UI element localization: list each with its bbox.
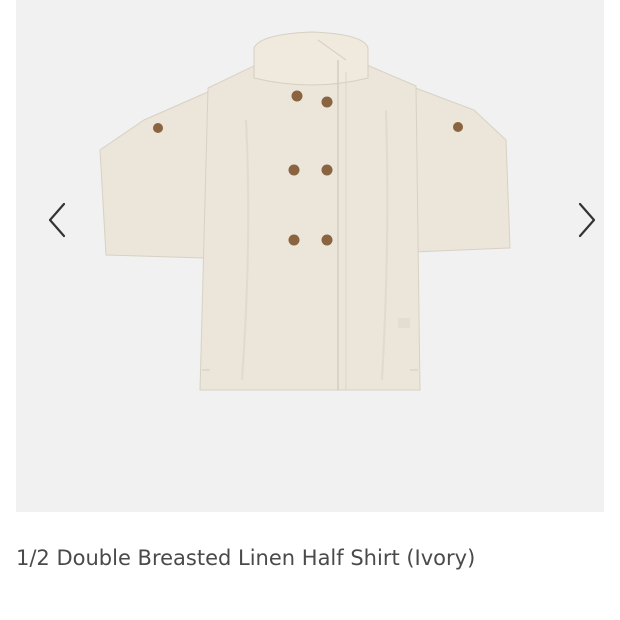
carousel-prev-button[interactable] [38, 198, 78, 242]
carousel-next-button[interactable] [566, 198, 604, 242]
product-image-carousel[interactable] [16, 0, 604, 512]
product-page: 1/2 Double Breasted Linen Half Shirt (Iv… [0, 0, 620, 620]
product-image [16, 0, 604, 512]
product-title: 1/2 Double Breasted Linen Half Shirt (Iv… [16, 546, 476, 570]
chevron-left-icon [48, 202, 66, 238]
chevron-right-icon [578, 202, 596, 238]
